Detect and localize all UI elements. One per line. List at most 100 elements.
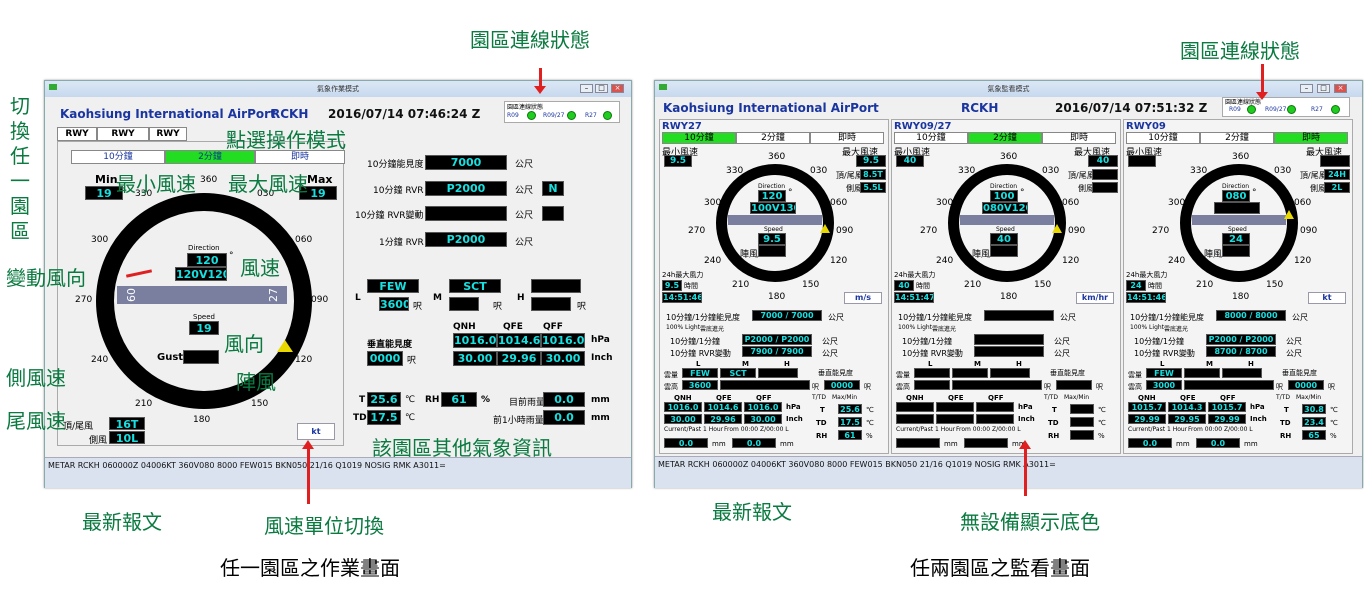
maxmin-tab[interactable]: Max/Min [832,394,857,401]
rain-1h-unit: mm [591,413,610,423]
from-tab[interactable]: From 00:00 Z/00:00 L [1188,426,1253,433]
variable-direction-value: 120V120 [175,267,227,281]
dial-180: 180 [193,415,211,425]
gust-label: 陣風 [972,250,991,260]
temp-label: T [820,406,825,414]
tab-realtime[interactable]: 即時 [1274,132,1348,144]
dial-090: 090 [836,226,854,236]
cloud-m-type: SCT [720,368,756,378]
annotation-wind-dir: 風向 [224,332,264,356]
minimize-button[interactable]: – [1300,84,1313,93]
annotation-switch-char: 切 [10,94,30,118]
inch-unit: Inch [591,353,613,363]
from-tab[interactable]: From 00:00 Z/00:00 L [956,426,1021,433]
min-wind-value: 40 [896,155,924,167]
unit-toggle-button[interactable]: kt [297,423,335,440]
tab-rwy27[interactable]: RWY 27 [57,127,97,152]
maximize-button[interactable]: □ [1317,84,1330,93]
ext-tab[interactable]: 雲底進光 [1164,324,1188,333]
tab-realtime[interactable]: 即時 [810,132,884,144]
caption-left: 任一園區之作業畫面 [220,556,400,580]
light-tab[interactable]: 100% Light [666,324,700,331]
past-hour-tab[interactable]: Current/Past 1 Hour [664,426,723,433]
rain-past-unit: mm [712,440,726,448]
dial-360: 360 [1000,152,1018,162]
close-button[interactable]: × [611,84,624,93]
maxmin-tab[interactable]: Max/Min [1064,394,1089,401]
head-tail-value: 24H [1324,169,1350,180]
direction-label: Direction [758,183,786,190]
maxmin-tab[interactable]: Max/Min [1296,394,1321,401]
unit-toggle-button[interactable]: kt [1308,292,1346,304]
qff-inch-value: 30.00 [541,351,585,366]
tab-rwy09[interactable]: RWY 09 [149,127,187,152]
max-label: Max [307,173,333,186]
qnh-hpa-value: 1016.0 [664,402,702,412]
unit-toggle-button[interactable]: km/hr [1076,292,1114,304]
dial-210: 210 [1196,280,1214,290]
gust-label: 陣風 [1204,250,1223,260]
tab-2min[interactable]: 2分鐘 [1200,132,1274,144]
unit-toggle-button[interactable]: m/s [844,292,882,304]
qnh-label: QNH [1138,394,1156,402]
tab-10min[interactable]: 10分鐘 [894,132,968,144]
conn-r09-label: R09 [507,112,519,119]
rvr-unit: 公尺 [1054,337,1070,346]
dial-270: 270 [75,295,93,305]
past-hour-tab[interactable]: Current/Past 1 Hour [896,426,955,433]
right-window-title: 氣象監看模式 [987,85,1030,93]
dial-180: 180 [768,292,786,302]
from-tab[interactable]: From 00:00 Z/00:00 L [724,426,789,433]
tab-10min[interactable]: 10分鐘 [71,150,165,164]
close-button[interactable]: × [1334,84,1347,93]
light-tab[interactable]: 100% Light [898,324,932,331]
ttd-tab[interactable]: T/TD [1044,394,1058,401]
qnh-label: QNH [674,394,692,402]
tab-10min[interactable]: 10分鐘 [662,132,736,144]
dial-120: 120 [1062,256,1080,266]
tab-10min[interactable]: 10分鐘 [1126,132,1200,144]
tab-realtime[interactable]: 即時 [1042,132,1116,144]
dial-360: 360 [768,152,786,162]
past-hour-tab[interactable]: Current/Past 1 Hour [1128,426,1187,433]
cloud-l-type: FEW [367,279,419,293]
gust24-value: 24 [1126,280,1146,291]
rvr-value: P2000 / P2000 [742,334,812,345]
rvr-10min-value: P2000 [425,181,507,196]
cloud-height-unit: 呎 [1276,383,1283,391]
temp-unit: ℃ [866,406,874,414]
maximize-button[interactable]: □ [595,84,608,93]
tab-2min[interactable]: 2分鐘 [736,132,810,144]
rvr-var-value: 7900 / 7900 [742,346,812,357]
cloud-l-type: FEW [1146,368,1182,378]
vertical-vis-value: 0000 [367,351,403,366]
metar-bar: METAR RCKH 060000Z 04006KT 360V080 8000 … [45,457,631,488]
qfe-label: QFE [948,394,964,402]
gust24-value: 9.5 [662,280,682,291]
cloud-h-type [990,368,1030,378]
ttd-tab[interactable]: T/TD [1276,394,1290,401]
rvr-label: 10分鐘/1分鐘 [1134,337,1184,346]
rvr-var-label: 10分鐘 RVR變動 [355,211,424,221]
runway-bar [728,215,822,225]
tab-2min[interactable]: 2分鐘 [968,132,1042,144]
gust-value [990,245,1018,257]
rain-1h-value: 0.0 [543,410,585,425]
rvr-var-label: 10分鐘 RVR變動 [902,349,963,358]
ext-tab[interactable]: 雲底進光 [932,324,956,333]
conn-title: 園區連線狀態 [507,104,544,111]
inch-unit: Inch [1250,415,1267,423]
qnh-label: QNH [906,394,924,402]
minimize-button[interactable]: – [580,84,593,93]
annotation-switch-char: 一 [10,169,30,193]
vertical-vis-value [1056,380,1092,390]
ext-tab[interactable]: 雲底進光 [700,324,724,333]
rvr-1min-value: P2000 [425,232,507,247]
light-tab[interactable]: 100% Light [1130,324,1164,331]
ttd-tab[interactable]: T/TD [812,394,826,401]
min-wind-value [1128,155,1156,167]
rvr-var-value: 8700 / 8700 [1206,346,1276,357]
dewpoint-value [1070,417,1094,427]
rain-since-value [964,438,1008,448]
tab-rwy0927[interactable]: RWY 09/27 [97,127,149,152]
